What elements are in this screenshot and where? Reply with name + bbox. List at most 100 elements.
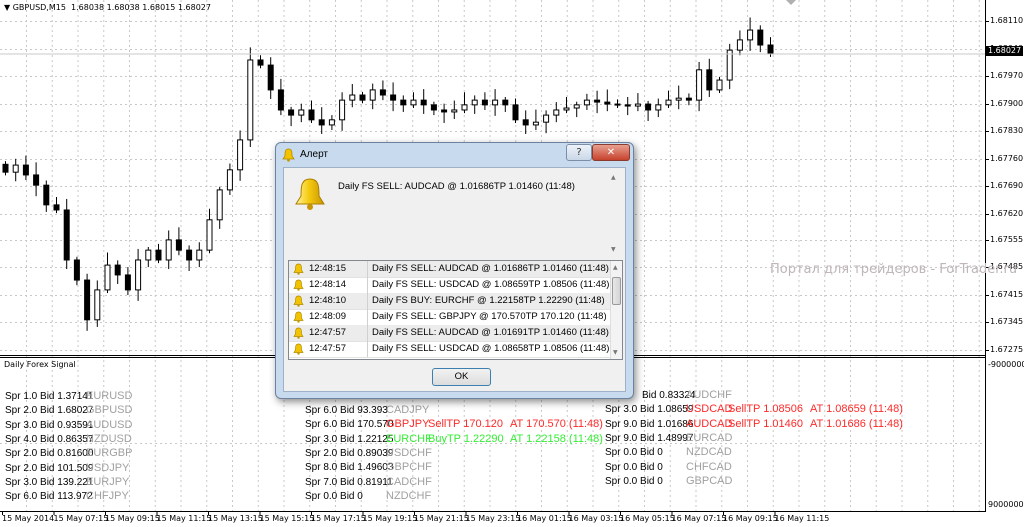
message-scrollbar[interactable]: ▲ ▼	[610, 172, 620, 256]
time-tick-label: 16 May 03:15	[568, 514, 624, 523]
bell-icon	[293, 295, 304, 307]
help-button[interactable]: ?	[566, 144, 592, 161]
alert-history-list: 12:48:15 Daily FS SELL: AUDCAD @ 1.01686T…	[288, 260, 623, 360]
candle	[543, 110, 550, 134]
alert-list-item[interactable]: 12:48:14 Daily FS SELL: USDCAD @ 1.08659T…	[289, 277, 610, 294]
candle	[461, 92, 468, 114]
spread-bid-text: Spr 3.0 Bid 0.93591	[5, 419, 94, 431]
candle	[155, 243, 162, 264]
symbol-name: EURCAD	[686, 431, 733, 444]
spread-bid-text: Spr 9.0 Bid 1.01686	[605, 418, 694, 430]
price-tick-label: 1.67345	[990, 317, 1024, 327]
bull-candle-body	[135, 259, 142, 291]
alert-list-item[interactable]: 12:47:57 Daily FS SELL: USDCAD @ 1.08658T…	[289, 341, 610, 358]
bull-candle-body	[543, 114, 550, 123]
candle	[563, 96, 570, 114]
candle	[675, 85, 682, 110]
candle	[624, 96, 631, 116]
bull-candle-body	[573, 104, 580, 109]
alert-list-item[interactable]: 12:47:57 Daily FS SELL: AUDCAD @ 1.01691T…	[289, 325, 610, 342]
candle	[308, 100, 315, 123]
symbol-name: EURGBP	[86, 447, 133, 460]
candle	[726, 43, 733, 90]
alert-text: Daily FS SELL: GBPJPY @ 170.570TP 170.12…	[372, 311, 607, 322]
scroll-thumb[interactable]	[612, 277, 621, 305]
bull-candle-body	[410, 99, 417, 106]
indicator-title: Daily Forex Signal	[4, 360, 76, 369]
alert-time: 12:48:14	[309, 279, 346, 290]
symbol-name: CADJPY	[386, 404, 430, 416]
bell-icon	[293, 263, 304, 275]
bull-candle-body	[665, 99, 672, 106]
symbol-name: CHFCAD	[686, 460, 732, 473]
bull-candle-body	[492, 99, 499, 106]
spread-bid-text: Spr 2.0 Bid 0.89039	[305, 447, 394, 459]
time-tick-label: 15 May 2014	[2, 514, 55, 523]
symbol-name: USDCAD	[686, 403, 733, 416]
candle	[216, 186, 223, 229]
bull-candle-body	[298, 109, 305, 116]
alert-time: 12:47:57	[309, 327, 346, 338]
alert-text: Daily FS SELL: AUDCAD @ 1.01691TP 1.0146…	[372, 327, 609, 338]
bull-candle-body	[349, 94, 356, 101]
spread-bid-text: Spr 2.0 Bid 0.81600	[5, 448, 94, 460]
candle	[318, 107, 325, 134]
price-tick-label: 1.67760	[990, 153, 1024, 163]
bull-candle-body	[675, 97, 682, 101]
bear-candle-body	[43, 184, 50, 206]
bell-icon	[293, 343, 304, 355]
candle	[736, 30, 743, 56]
bull-candle-body	[655, 104, 662, 111]
bull-candle-body	[226, 169, 233, 191]
time-tick-label: 15 May 13:15	[208, 514, 263, 523]
bear-candle-body	[175, 239, 182, 251]
candle	[53, 196, 60, 214]
candle	[369, 83, 376, 110]
symbol-name: AUDCAD	[686, 417, 733, 430]
bear-candle-body	[257, 59, 264, 66]
alert-time: 12:47:57	[309, 343, 346, 354]
signal-at-text: AT 1.22158 (11:48)	[510, 432, 603, 445]
bear-candle-body	[594, 99, 601, 103]
spread-bid-text: Spr 9.0 Bid 1.48997	[605, 432, 694, 444]
bear-candle-body	[441, 109, 448, 113]
ok-button[interactable]: OK	[432, 368, 491, 386]
list-scrollbar[interactable]: ▲ ▼	[610, 261, 622, 359]
collapse-triangle-icon[interactable]: ▼	[4, 3, 10, 12]
alert-list-item[interactable]: 12:48:10 Daily FS BUY: EURCHF @ 1.22158TP…	[289, 293, 610, 310]
shift-marker-icon	[786, 0, 796, 5]
price-tick-label: 1.67555	[990, 234, 1024, 244]
bull-candle-body	[553, 109, 560, 116]
candle	[114, 260, 121, 284]
bear-candle-body	[124, 274, 131, 291]
time-tick-label: 15 May 07:15	[53, 514, 109, 523]
bull-candle-body	[451, 109, 458, 113]
bear-candle-body	[645, 103, 652, 111]
symbol-name: GBPUSD	[86, 404, 133, 417]
candle	[247, 47, 254, 147]
spread-bid-text: Spr 0.0 Bid 0	[605, 461, 663, 473]
bear-candle-body	[757, 29, 764, 46]
candle	[298, 103, 305, 123]
candle	[33, 162, 40, 197]
signal-at-text: AT 1.08659 (11:48)	[810, 403, 903, 416]
alert-list-item[interactable]: 12:48:09 Daily FS SELL: GBPJPY @ 170.570T…	[289, 309, 610, 326]
candle	[328, 115, 335, 131]
price-tick-label: 1.67900	[990, 98, 1024, 108]
candle	[430, 101, 437, 116]
candle	[379, 80, 386, 101]
bull-candle-body	[583, 99, 590, 106]
bear-candle-body	[22, 164, 29, 176]
alert-list-item[interactable]: 12:48:15 Daily FS SELL: AUDCAD @ 1.01686T…	[289, 261, 610, 278]
bull-candle-body	[369, 89, 376, 101]
bear-candle-body	[430, 104, 437, 111]
symbol-name: EURCHF	[386, 432, 432, 445]
bull-candle-body	[237, 139, 244, 171]
bull-candle-body	[461, 104, 468, 111]
close-button[interactable]: ✕	[592, 144, 630, 161]
bear-candle-body	[288, 109, 295, 116]
bull-candle-body	[696, 69, 703, 101]
symbol-name: NZDCHF	[386, 489, 432, 502]
time-tick-label: 16 May 01:15	[517, 514, 572, 523]
bell-icon	[293, 311, 304, 323]
